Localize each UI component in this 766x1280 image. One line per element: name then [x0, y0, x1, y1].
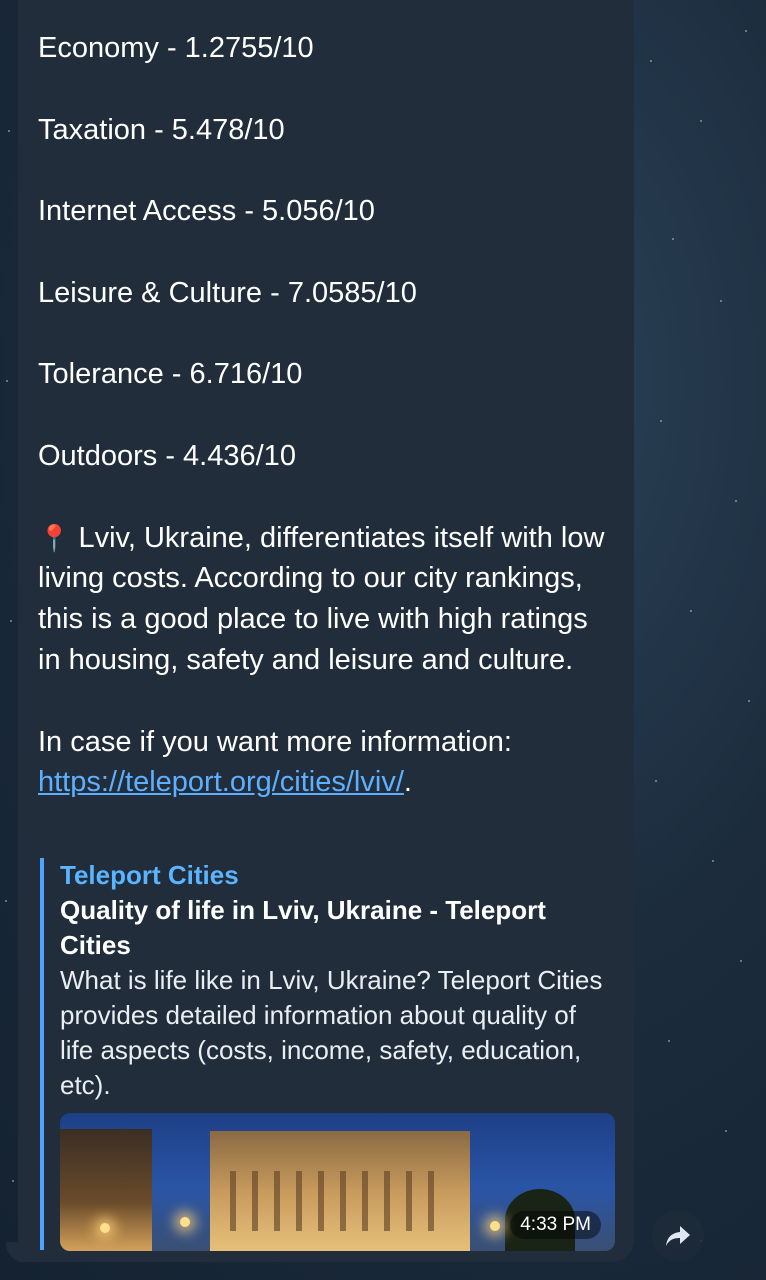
pin-icon: 📍	[38, 522, 71, 553]
summary-text: Lviv, Ukraine, differentiates itself wit…	[38, 521, 605, 676]
street-light	[100, 1223, 110, 1233]
rating-outdoors: Outdoors - 4.436/10	[38, 439, 296, 472]
rating-tolerance: Tolerance - 6.716/10	[38, 358, 303, 391]
preview-site-name: Teleport Cities	[60, 860, 239, 890]
rating-leisure-culture: Leisure & Culture - 7.0585/10	[38, 276, 417, 309]
link-trailing: .	[403, 766, 412, 799]
share-button[interactable]	[652, 1210, 704, 1262]
opera-house-shape	[210, 1131, 470, 1251]
rating-internet-access: Internet Access - 5.056/10	[38, 195, 375, 228]
message-text: Economy - 1.2755/10 Taxation - 5.478/10 …	[38, 28, 618, 844]
preview-description: What is life like in Lviv, Ukraine? Tele…	[60, 965, 603, 1100]
street-light	[180, 1217, 190, 1227]
preview-title: Quality of life in Lviv, Ukraine - Telep…	[60, 895, 546, 960]
rating-taxation: Taxation - 5.478/10	[38, 113, 285, 146]
rating-economy: Economy - 1.2755/10	[38, 32, 314, 64]
more-info-text: In case if you want more information:	[38, 725, 512, 758]
street-light	[490, 1221, 500, 1231]
more-info-paragraph: In case if you want more information: htt…	[38, 722, 618, 804]
share-arrow-icon	[666, 1226, 690, 1246]
link-preview[interactable]: Teleport Cities Quality of life in Lviv,…	[40, 858, 615, 1251]
message-timestamp: 4:33 PM	[510, 1211, 601, 1239]
preview-image[interactable]: 4:33 PM	[60, 1113, 615, 1251]
teleport-link[interactable]: https://teleport.org/cities/lviv/	[38, 766, 404, 798]
summary-paragraph: 📍 Lviv, Ukraine, differentiates itself w…	[38, 518, 618, 681]
